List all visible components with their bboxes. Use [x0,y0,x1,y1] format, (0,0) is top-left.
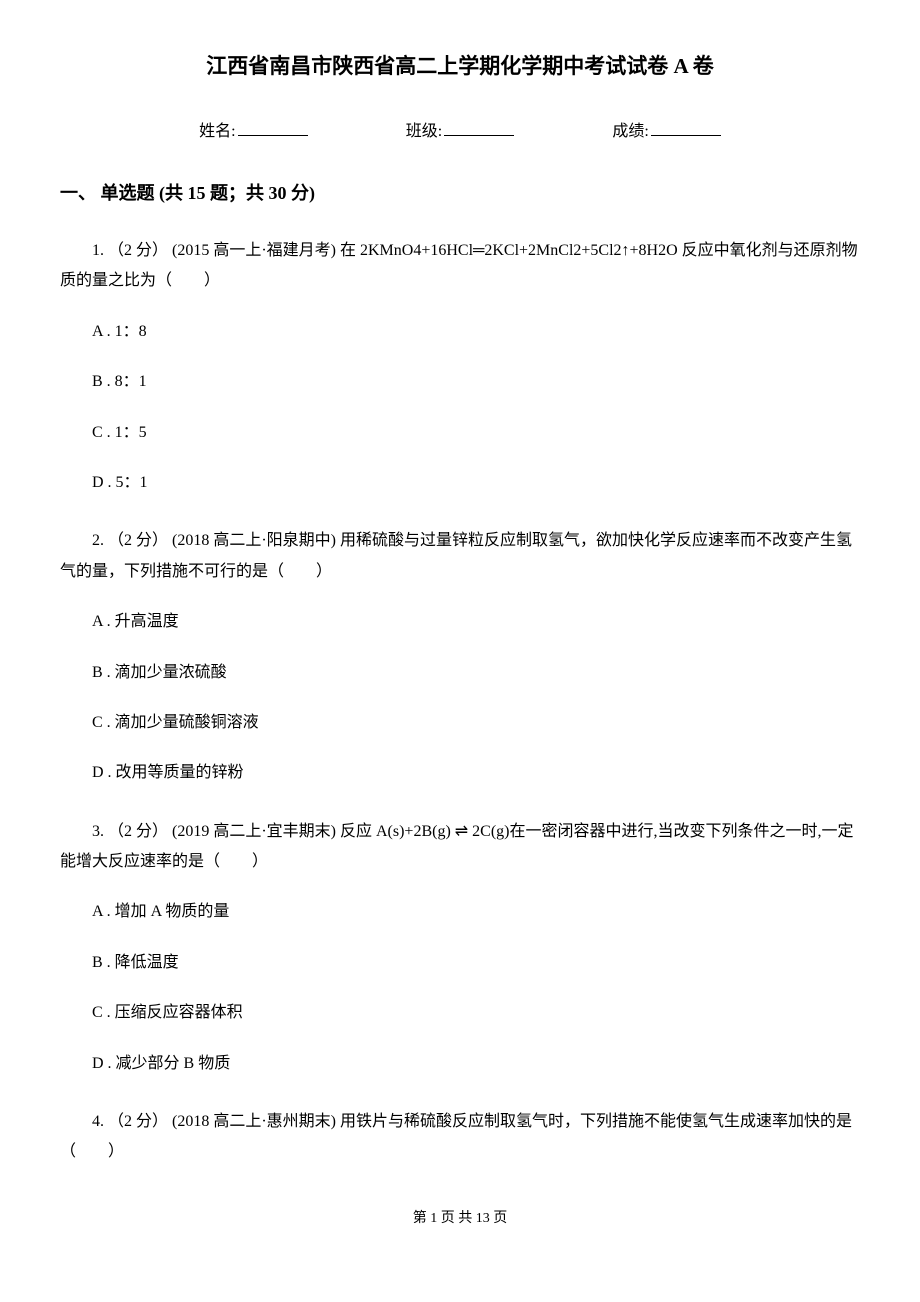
name-blank [238,135,308,136]
document-title: 江西省南昌市陕西省高二上学期化学期中考试试卷 A 卷 [60,50,860,84]
question-1: 1. （2 分） (2015 高一上·福建月考) 在 2KMnO4+16HCl═… [60,236,860,498]
option-a: A . 升高温度 [60,607,860,637]
question-3: 3. （2 分） (2019 高二上·宜丰期末) 反应 A(s)+2B(g) ⇌… [60,817,860,1079]
option-b: B . 降低温度 [60,948,860,978]
question-4: 4. （2 分） (2018 高二上·惠州期末) 用铁片与稀硫酸反应制取氢气时，… [60,1107,860,1168]
question-text: 1. （2 分） (2015 高一上·福建月考) 在 2KMnO4+16HCl═… [60,236,860,297]
question-text: 3. （2 分） (2019 高二上·宜丰期末) 反应 A(s)+2B(g) ⇌… [60,817,860,878]
question-text: 4. （2 分） (2018 高二上·惠州期末) 用铁片与稀硫酸反应制取氢气时，… [60,1107,860,1168]
option-c: C . 1：5 [60,418,860,448]
class-field: 班级: [406,119,514,145]
name-label: 姓名: [199,119,235,145]
class-label: 班级: [406,119,442,145]
page-footer: 第 1 页 共 13 页 [60,1208,860,1230]
question-text: 2. （2 分） (2018 高二上·阳泉期中) 用稀硫酸与过量锌粒反应制取氢气… [60,526,860,587]
section-header: 一、 单选题 (共 15 题；共 30 分) [60,179,860,208]
option-b: B . 滴加少量浓硫酸 [60,658,860,688]
option-c: C . 压缩反应容器体积 [60,998,860,1028]
score-blank [651,135,721,136]
option-a: A . 增加 A 物质的量 [60,897,860,927]
option-b: B . 8：1 [60,367,860,397]
option-d: D . 减少部分 B 物质 [60,1049,860,1079]
option-c: C . 滴加少量硫酸铜溶液 [60,708,860,738]
option-a: A . 1：8 [60,317,860,347]
class-blank [444,135,514,136]
option-d: D . 5：1 [60,468,860,498]
question-2: 2. （2 分） (2018 高二上·阳泉期中) 用稀硫酸与过量锌粒反应制取氢气… [60,526,860,788]
score-field: 成绩: [612,119,720,145]
name-field: 姓名: [199,119,307,145]
option-d: D . 改用等质量的锌粉 [60,758,860,788]
student-info-row: 姓名: 班级: 成绩: [60,119,860,145]
score-label: 成绩: [612,119,648,145]
